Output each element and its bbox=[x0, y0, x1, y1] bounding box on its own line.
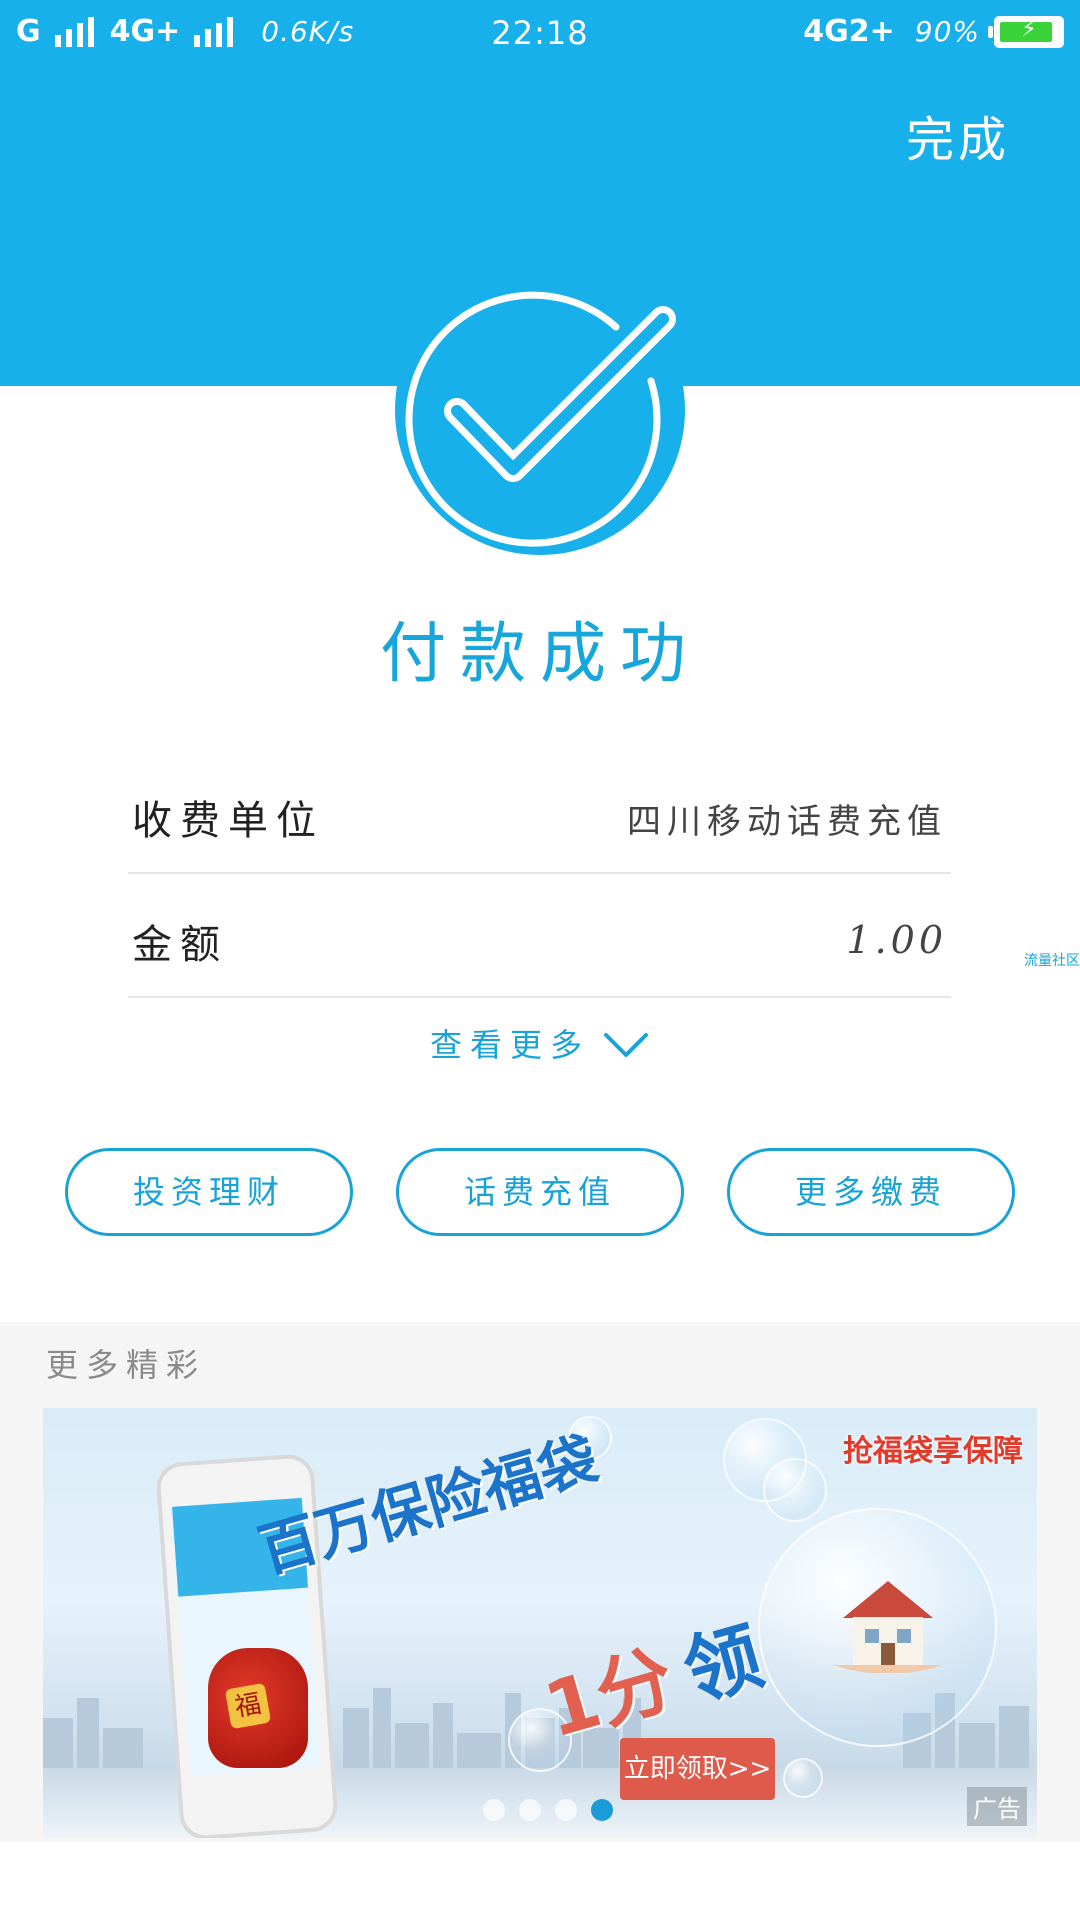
detail-value: 四川移动话费充值 bbox=[627, 802, 947, 842]
battery-icon: ⚡ bbox=[988, 15, 1064, 48]
check-circle-icon bbox=[395, 265, 685, 555]
status-bar: G 4G+ 0.6K/s 22:18 4G2+ 90% ⚡ bbox=[0, 0, 1080, 70]
phone-recharge-button[interactable]: 话费充值 bbox=[396, 1148, 684, 1236]
payment-success-title: 付款成功 bbox=[380, 615, 700, 692]
network-type: 4G2+ bbox=[803, 14, 895, 49]
view-more-label: 查看更多 bbox=[429, 1026, 590, 1064]
charging-bolt-icon: ⚡ bbox=[1021, 16, 1037, 42]
invest-button[interactable]: 投资理财 bbox=[65, 1148, 353, 1236]
carousel-dot[interactable] bbox=[483, 1799, 505, 1821]
side-community-tag[interactable]: 流量社区 bbox=[1024, 950, 1080, 970]
carousel-dot[interactable] bbox=[519, 1799, 541, 1821]
claim-now-button[interactable]: 立即领取>> bbox=[620, 1738, 775, 1800]
view-more-link[interactable]: 查看更多 bbox=[0, 1020, 1080, 1067]
carousel-dots bbox=[483, 1799, 613, 1821]
detail-value: 1.00 bbox=[846, 918, 947, 962]
detail-label: 金额 bbox=[132, 922, 228, 968]
done-button[interactable]: 完成 bbox=[906, 100, 1010, 170]
carousel-dot-active[interactable] bbox=[591, 1799, 613, 1821]
detail-row-amount: 金额 1.00 bbox=[128, 872, 951, 998]
house-image bbox=[833, 1581, 943, 1673]
detail-label: 收费单位 bbox=[132, 798, 324, 844]
carousel-dot[interactable] bbox=[555, 1799, 577, 1821]
more-section: 更多精彩 福 百万保险福袋 1分 领 抢福袋享保障 立即领取>> 广告 bbox=[0, 1322, 1080, 1842]
battery-percent: 90% bbox=[914, 15, 980, 48]
lucky-bag-text: 福 bbox=[224, 1682, 272, 1730]
detail-row-payee: 收费单位 四川移动话费充值 bbox=[128, 748, 951, 874]
status-right: 4G2+ 90% ⚡ bbox=[803, 14, 1064, 49]
promo-tag: 抢福袋享保障 bbox=[843, 1434, 1023, 1469]
bubble-image bbox=[783, 1758, 823, 1798]
more-section-label: 更多精彩 bbox=[46, 1346, 207, 1384]
ad-banner[interactable]: 福 百万保险福袋 1分 领 抢福袋享保障 立即领取>> 广告 bbox=[43, 1408, 1037, 1838]
chevron-down-icon bbox=[602, 1029, 650, 1067]
lucky-bag-image: 福 bbox=[208, 1648, 308, 1768]
banner-headline: 百万保险福袋 bbox=[251, 1424, 605, 1586]
bubble-image bbox=[763, 1458, 827, 1522]
more-payments-button[interactable]: 更多缴费 bbox=[727, 1148, 1015, 1236]
ad-label: 广告 bbox=[967, 1787, 1027, 1826]
